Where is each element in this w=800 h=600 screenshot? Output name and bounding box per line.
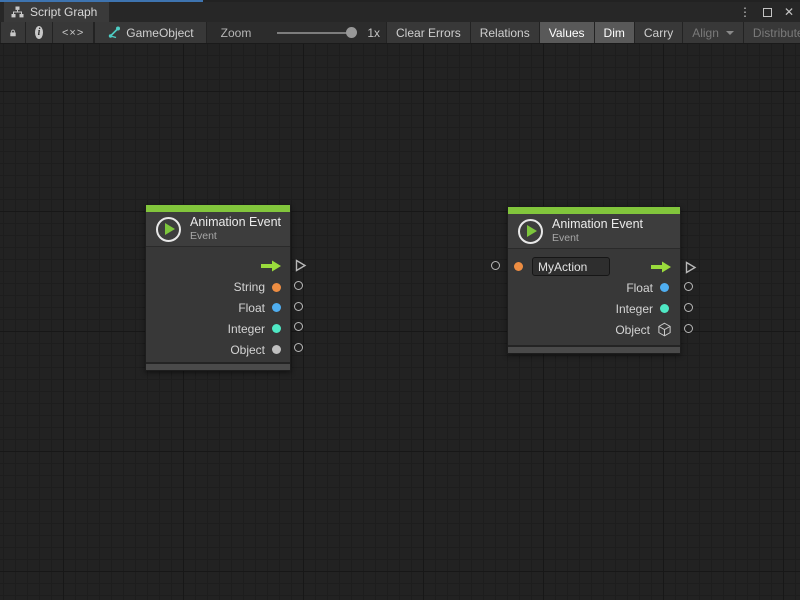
code-icon: <×> [62,27,84,39]
gameobject-target-button[interactable]: GameObject [94,22,206,43]
node-body: String Float Integer Object [146,247,290,362]
trigger-input-port[interactable] [491,261,500,270]
zoom-slider-handle[interactable] [346,27,357,38]
port-label: Object [615,323,650,337]
dim-toggle[interactable]: Dim [595,22,635,43]
integer-output-port[interactable] [294,322,303,331]
info-icon: i [35,26,43,39]
zoom-label: Zoom [221,26,252,40]
port-label: Integer [616,302,653,316]
port-label: Float [238,301,265,315]
graph-canvas[interactable]: Animation Event Event String Float [0,44,800,600]
action-name-input[interactable] [532,257,610,276]
integer-output-port[interactable] [684,303,693,312]
gameobject-icon [107,26,121,39]
integer-port-dot [660,304,669,313]
maximize-icon[interactable] [763,8,772,17]
object-output-port[interactable] [294,343,303,352]
cube-icon [657,322,672,337]
port-label: Integer [228,322,265,336]
string-input-dot [514,262,523,271]
graph-icon [11,6,24,18]
port-row-integer: Integer [508,298,680,319]
carry-toggle[interactable]: Carry [635,22,683,43]
edit-code-button[interactable]: <×> [53,22,94,43]
node-color-bar [508,207,680,214]
values-label: Values [549,26,585,40]
relations-label: Relations [480,26,530,40]
inspect-button[interactable]: i [26,22,53,43]
window-controls: ⋮ ✕ [739,2,794,22]
string-port-dot [272,283,281,292]
flow-arrow-icon [650,261,672,273]
align-dropdown[interactable]: Align [683,22,744,43]
script-graph-window: Script Graph ⋮ ✕ i <×> [0,0,800,600]
graph-toolbar: i <×> GameObject Zoom 1x Clear Errors [0,22,800,44]
flow-output-port[interactable] [684,261,697,274]
float-output-port[interactable] [294,302,303,311]
distribute-label: Distribute [753,26,800,40]
carry-label: Carry [644,26,673,40]
node-subtitle: Event [190,230,281,243]
event-play-icon [156,217,181,242]
integer-port-dot [272,324,281,333]
port-row-integer: Integer [146,318,290,339]
trigger-output-row [146,256,290,277]
align-label: Align [692,26,719,40]
event-play-icon [518,219,543,244]
node-title: Animation Event [552,217,643,233]
float-port-dot [660,283,669,292]
window-menu-icon[interactable]: ⋮ [739,6,751,18]
gameobject-label: GameObject [126,26,193,40]
port-label: String [234,280,265,294]
port-row-object: Object [508,319,680,340]
string-output-port[interactable] [294,281,303,290]
clear-errors-button[interactable]: Clear Errors [386,22,471,43]
object-port-dot [272,345,281,354]
node-subtitle: Event [552,232,643,245]
zoom-value: 1x [367,26,380,40]
zoom-slider[interactable] [277,32,355,34]
distribute-dropdown[interactable]: Distribute [744,22,800,43]
dim-label: Dim [604,26,625,40]
tab-title: Script Graph [30,5,97,19]
clear-errors-label: Clear Errors [396,26,461,40]
port-row-object: Object [146,339,290,360]
node-header[interactable]: Animation Event Event [508,214,680,249]
node-footer [146,362,290,370]
flow-output-port[interactable] [294,259,307,272]
chevron-down-icon [726,31,734,35]
node-body: Float Integer Object [508,249,680,345]
flow-arrow-icon [260,260,282,272]
lock-button[interactable] [0,22,26,43]
float-port-dot [272,303,281,312]
port-label: Object [230,343,265,357]
node-header[interactable]: Animation Event Event [146,212,290,247]
animation-event-node-2[interactable]: Animation Event Event Float [507,206,681,354]
animation-event-node-1[interactable]: Animation Event Event String Float [145,204,291,371]
lock-icon [10,27,16,39]
close-icon[interactable]: ✕ [784,6,794,18]
port-row-float: Float [508,277,680,298]
relations-button[interactable]: Relations [471,22,540,43]
tab-bar: Script Graph ⋮ ✕ [0,2,800,22]
port-label: Float [626,281,653,295]
object-output-port[interactable] [684,324,693,333]
node-footer [508,345,680,353]
tab-script-graph[interactable]: Script Graph [4,2,109,22]
float-output-port[interactable] [684,282,693,291]
port-row-string: String [146,277,290,298]
port-row-float: Float [146,298,290,319]
values-toggle[interactable]: Values [540,22,595,43]
trigger-input-row [508,256,680,277]
zoom-group: Zoom 1x [207,22,386,43]
node-title: Animation Event [190,215,281,231]
node-color-bar [146,205,290,212]
